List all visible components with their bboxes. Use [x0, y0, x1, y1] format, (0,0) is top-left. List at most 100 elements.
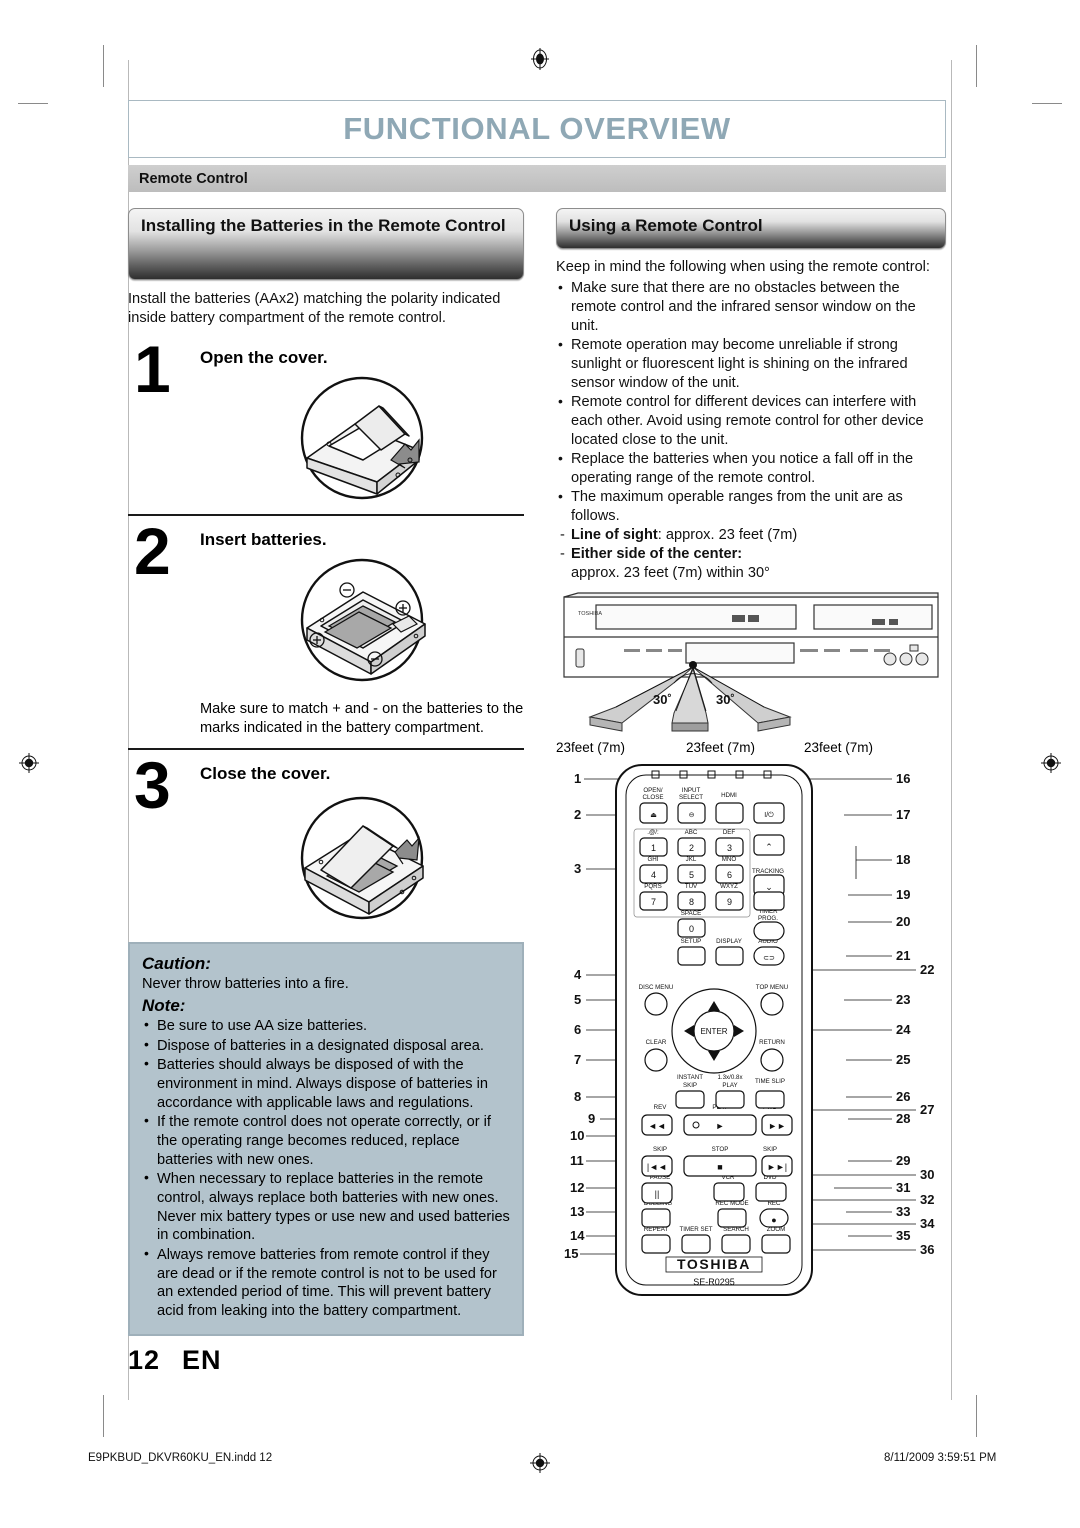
svg-text:DISC MENU: DISC MENU — [639, 984, 674, 991]
svg-text:6: 6 — [727, 870, 732, 880]
step-2-caption: Make sure to match + and - on the batter… — [200, 701, 524, 737]
svg-text:INSTANT: INSTANT — [677, 1074, 703, 1081]
svg-text:RETURN: RETURN — [759, 1039, 785, 1046]
svg-text:24: 24 — [896, 1022, 911, 1037]
clear-button — [644, 1047, 668, 1072]
crop-mark-top-left — [103, 45, 104, 87]
right-column: Using a Remote Control Keep in mind the … — [556, 208, 946, 1311]
step-1-number: 1 — [134, 331, 171, 406]
list-item: Remote operation may become unreliable i… — [556, 335, 946, 393]
note-item: If the remote control does not operate c… — [142, 1112, 510, 1169]
crop-mark-right-upper — [1032, 103, 1062, 104]
svg-text:33: 33 — [896, 1204, 910, 1219]
svg-text:⌃: ⌃ — [765, 842, 773, 852]
caution-note-panel: Caution: Never throw batteries into a fi… — [128, 942, 524, 1336]
step-2-number: 2 — [134, 514, 171, 589]
vcr-button — [713, 1181, 745, 1202]
note-list: Be sure to use AA size batteries. Dispos… — [142, 1016, 510, 1321]
svg-text:►: ► — [716, 1121, 725, 1131]
sat-link-button — [753, 890, 785, 911]
svg-text:►►|: ►►| — [767, 1162, 787, 1172]
rec-mode-button — [717, 1207, 747, 1228]
note-item: Always remove batteries from remote cont… — [142, 1245, 510, 1321]
manual-page: FUNCTIONAL OVERVIEW Remote Control Insta… — [128, 60, 952, 1400]
enter-label: ENTER — [700, 1027, 727, 1036]
svg-text:PLAY: PLAY — [722, 1082, 737, 1089]
svg-text:PQRS: PQRS — [644, 883, 662, 890]
registration-target-right — [1040, 752, 1062, 774]
range-label: Either side of the center: — [571, 545, 743, 562]
step-3-number: 3 — [134, 748, 171, 823]
svg-text:►►: ►► — [768, 1121, 786, 1131]
setup-button — [677, 945, 706, 966]
list-item: Remote control for different devices can… — [556, 392, 946, 450]
svg-text:4: 4 — [574, 967, 582, 982]
page-language: EN — [182, 1345, 222, 1375]
range-label: Line of sight — [571, 526, 658, 543]
step-1-title: Open the cover. — [200, 347, 328, 367]
hdmi-button — [715, 801, 744, 824]
svg-text:GHI: GHI — [647, 856, 658, 863]
list-item: The maximum operable ranges from the uni… — [556, 487, 946, 526]
svg-text:9: 9 — [727, 897, 732, 907]
list-item: Replace the batteries when you notice a … — [556, 449, 946, 488]
svg-text:32: 32 — [920, 1192, 934, 1207]
remote-control-diagram: 123 456 789 10 11 12 13 14 15 16 17 18 19 20 21 … — [556, 761, 946, 1311]
svg-text:TUV: TUV — [685, 883, 698, 890]
svg-text:TIMER SET: TIMER SET — [679, 1226, 712, 1233]
svg-text:I/⏻: I/⏻ — [764, 811, 774, 819]
svg-text:⊂⊃: ⊂⊃ — [763, 955, 775, 962]
svg-text:11: 11 — [570, 1153, 584, 1168]
svg-text:8: 8 — [574, 1089, 581, 1104]
svg-text:2: 2 — [574, 807, 581, 822]
top-menu-button — [760, 991, 784, 1016]
note-item: Batteries should always be disposed of w… — [142, 1055, 510, 1112]
caution-heading: Caution: — [142, 954, 211, 974]
svg-text:34: 34 — [920, 1216, 935, 1231]
svg-text:STOP: STOP — [712, 1146, 729, 1153]
note-item: Be sure to use AA size batteries. — [142, 1016, 510, 1036]
angle-right-label: 30˚ — [716, 692, 735, 707]
svg-text:22: 22 — [920, 962, 934, 977]
note-heading: Note: — [142, 995, 186, 1015]
repeat-button — [641, 1233, 671, 1254]
step-3-figure — [200, 788, 524, 928]
range-item-line-of-sight: Line of sight: approx. 23 feet (7m) — [556, 526, 946, 545]
page-title: FUNCTIONAL OVERVIEW — [343, 111, 731, 146]
footer-filename: E9PKBUD_DKVR60KU_EN.indd 12 — [88, 1452, 273, 1464]
svg-text:PROG.: PROG. — [758, 915, 778, 922]
svg-text:16: 16 — [896, 771, 910, 786]
svg-text:SKIP: SKIP — [653, 1146, 667, 1153]
section-band-label: Remote Control — [139, 170, 248, 187]
svg-text:17: 17 — [896, 807, 910, 822]
svg-text:1.3x/0.8x: 1.3x/0.8x — [717, 1074, 743, 1081]
step-1: 1 Open the cover. — [128, 336, 524, 504]
svg-text:TOP MENU: TOP MENU — [756, 984, 788, 991]
display-button — [715, 945, 744, 966]
range-list: Line of sight: approx. 23 feet (7m) Eith… — [556, 526, 946, 583]
svg-text:ABC: ABC — [685, 829, 698, 836]
svg-text:WXYZ: WXYZ — [720, 883, 738, 890]
svg-text:TIME SLIP: TIME SLIP — [755, 1078, 785, 1085]
svg-text:4: 4 — [651, 870, 656, 880]
registration-target-left — [18, 752, 40, 774]
svg-text:SETUP: SETUP — [681, 938, 702, 945]
svg-text:19: 19 — [896, 887, 910, 902]
step-1-figure — [200, 372, 524, 504]
step-divider-2 — [128, 748, 524, 751]
svg-text:.@/:: .@/: — [647, 829, 659, 836]
svg-text:JKL: JKL — [686, 856, 697, 863]
caution-text: Never throw batteries into a fire. — [142, 976, 349, 993]
dubbing-button — [641, 1207, 671, 1228]
svg-text:3: 3 — [574, 861, 581, 876]
distance-center: 23feet (7m) — [686, 739, 756, 755]
svg-text:18: 18 — [896, 852, 910, 867]
svg-text:SKIP: SKIP — [683, 1082, 697, 1089]
step-3-title: Close the cover. — [200, 764, 331, 784]
range-value: approx. 23 feet (7m) within 30° — [571, 564, 770, 581]
svg-text:8: 8 — [689, 897, 694, 907]
svg-text:DEF: DEF — [723, 829, 736, 836]
svg-text:12: 12 — [570, 1180, 584, 1195]
page-number-block: 12 EN — [128, 1345, 222, 1376]
distance-right: 23feet (7m) — [804, 739, 874, 755]
